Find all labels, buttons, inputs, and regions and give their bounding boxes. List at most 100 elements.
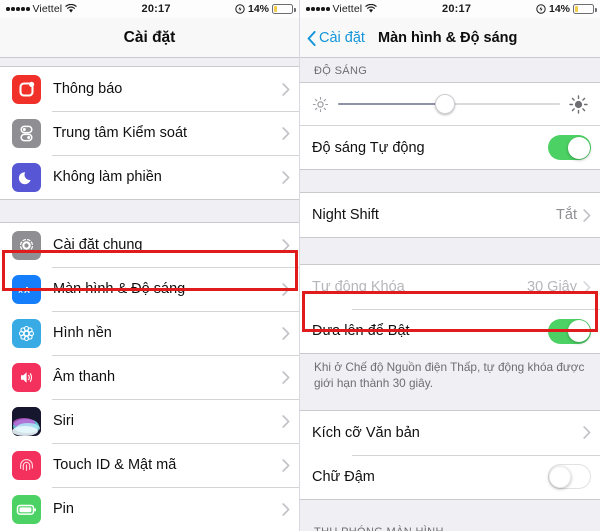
section-header-zoom: THU PHÓNG MÀN HÌNH: [300, 499, 600, 531]
back-button[interactable]: Cài đặt: [307, 18, 365, 58]
bold-text-toggle[interactable]: [548, 464, 591, 490]
chevron-right-icon: [282, 282, 290, 296]
sidebar-item-label: Hình nền: [53, 325, 112, 341]
sidebar-item-touch-id[interactable]: Touch ID & Mật mã: [0, 443, 299, 487]
group-spacer: [300, 401, 600, 410]
settings-group-auto-lock: Tự động Khóa 30 Giây Đưa lên để Bật: [300, 264, 600, 354]
chevron-right-icon: [583, 426, 591, 440]
carrier-label: Viettel: [332, 3, 363, 15]
sidebar-item-label: Không làm phiền: [53, 169, 162, 185]
group-spacer: [300, 238, 600, 264]
chevron-left-icon: [307, 30, 316, 46]
battery-icon: [12, 494, 41, 524]
sidebar-item-label: Màn hình & Độ sáng: [53, 281, 186, 297]
sidebar-item-label: Trung tâm Kiểm soát: [53, 125, 188, 141]
settings-group-notifications: Thông báo Trung tâm Kiểm soát Không làm …: [0, 66, 299, 200]
bold-text-row[interactable]: Chữ Đậm: [300, 454, 600, 499]
page-title: Cài đặt: [123, 28, 176, 46]
status-bar-battery-group: 14%: [235, 3, 296, 15]
signal-strength-icon: [306, 7, 330, 11]
battery-percent-label: 14%: [247, 3, 269, 15]
dual-screenshot-container: Viettel 20:17 14% Cài đặt Thông báo Trun…: [0, 0, 600, 531]
display-settings-list[interactable]: ĐỘ SÁNG Độ sáng Tự động Night Shift Tắt …: [300, 58, 600, 531]
chevron-right-icon: [282, 126, 290, 140]
text-size-row[interactable]: Kích cỡ Văn bản: [300, 410, 600, 455]
status-bar-battery-group: 14%: [536, 3, 597, 15]
sidebar-item-control-center[interactable]: Trung tâm Kiểm soát: [0, 111, 299, 155]
sidebar-item-sounds[interactable]: Âm thanh: [0, 355, 299, 399]
siri-icon: [12, 406, 41, 436]
raise-to-wake-row[interactable]: Đưa lên để Bật: [300, 309, 600, 353]
raise-to-wake-label: Đưa lên để Bật: [312, 323, 410, 339]
low-power-icon: [235, 4, 245, 14]
settings-group-system: Cài đặt chung A A Màn hình & Độ sáng Hìn…: [0, 222, 299, 531]
night-shift-value: Tắt: [556, 207, 577, 223]
group-spacer: [300, 170, 600, 192]
carrier-label: Viettel: [32, 3, 63, 15]
sidebar-item-display-brightness[interactable]: A A Màn hình & Độ sáng: [0, 267, 299, 311]
sidebar-item-siri[interactable]: Siri: [0, 399, 299, 443]
chevron-right-icon: [583, 280, 591, 294]
bold-text-label: Chữ Đậm: [312, 468, 375, 485]
sidebar-item-label: Siri: [53, 413, 74, 429]
auto-brightness-toggle[interactable]: [548, 135, 591, 160]
chevron-right-icon: [282, 82, 290, 96]
chevron-right-icon: [282, 370, 290, 384]
status-bar-carrier-group: Viettel: [6, 3, 77, 15]
list-top-spacer: [0, 58, 299, 66]
raise-to-wake-footer: Khi ở Chế độ Nguồn điện Thấp, tự động kh…: [300, 354, 600, 402]
sidebar-item-label: Thông báo: [53, 81, 123, 97]
general-gear-icon: [12, 230, 41, 260]
auto-brightness-row[interactable]: Độ sáng Tự động: [300, 125, 600, 169]
brightness-slider-row[interactable]: [300, 83, 600, 125]
sidebar-item-notifications[interactable]: Thông báo: [0, 67, 299, 111]
sidebar-item-battery[interactable]: Pin: [0, 487, 299, 531]
text-size-label: Kích cỡ Văn bản: [312, 424, 420, 441]
svg-text:A: A: [18, 289, 23, 295]
sidebar-item-label: Âm thanh: [53, 369, 116, 385]
wifi-icon: [365, 4, 377, 13]
night-shift-row[interactable]: Night Shift Tắt: [300, 193, 600, 237]
raise-to-wake-toggle[interactable]: [548, 318, 591, 344]
chevron-right-icon: [282, 502, 290, 516]
sidebar-item-general[interactable]: Cài đặt chung: [0, 223, 299, 267]
right-phone-screen: Viettel 20:17 14% Cài đặt Màn hình & Độ …: [300, 0, 600, 531]
wallpaper-icon: [12, 318, 41, 348]
auto-lock-label: Tự động Khóa: [312, 279, 405, 295]
auto-lock-row: Tự động Khóa 30 Giây: [300, 265, 600, 309]
control-center-icon: [12, 118, 41, 148]
clock-label: 20:17: [442, 3, 472, 15]
status-bar-carrier-group: Viettel: [306, 3, 377, 15]
brightness-slider-thumb[interactable]: [434, 94, 455, 114]
brightness-low-icon: [312, 96, 329, 112]
display-brightness-icon: A A: [12, 274, 41, 304]
chevron-right-icon: [282, 326, 290, 340]
brightness-slider[interactable]: [338, 94, 560, 114]
sidebar-item-wallpaper[interactable]: Hình nền: [0, 311, 299, 355]
chevron-right-icon: [282, 414, 290, 428]
battery-percent-label: 14%: [548, 3, 570, 15]
battery-icon: [573, 4, 597, 14]
wifi-icon: [65, 4, 77, 13]
signal-strength-icon: [6, 7, 30, 11]
status-bar-right: Viettel 20:17 14%: [300, 0, 600, 18]
chevron-right-icon: [282, 170, 290, 184]
settings-group-text: Kích cỡ Văn bản Chữ Đậm: [300, 409, 600, 500]
settings-list[interactable]: Thông báo Trung tâm Kiểm soát Không làm …: [0, 58, 299, 531]
nav-bar-left: Cài đặt: [0, 18, 299, 58]
low-power-icon: [536, 4, 546, 14]
notifications-icon: [12, 74, 41, 104]
sidebar-item-label: Cài đặt chung: [53, 237, 143, 253]
group-spacer: [0, 200, 299, 222]
chevron-right-icon: [282, 238, 290, 252]
status-bar-left: Viettel 20:17 14%: [0, 0, 299, 18]
sidebar-item-label: Pin: [53, 501, 74, 517]
section-header-brightness: ĐỘ SÁNG: [300, 58, 600, 82]
sidebar-item-do-not-disturb[interactable]: Không làm phiền: [0, 155, 299, 199]
night-shift-label: Night Shift: [312, 207, 379, 223]
back-button-label: Cài đặt: [319, 30, 365, 46]
do-not-disturb-icon: [12, 162, 41, 192]
auto-brightness-label: Độ sáng Tự động: [312, 139, 425, 156]
nav-bar-right: Cài đặt Màn hình & Độ sáng: [300, 18, 600, 58]
touch-id-icon: [12, 450, 41, 480]
